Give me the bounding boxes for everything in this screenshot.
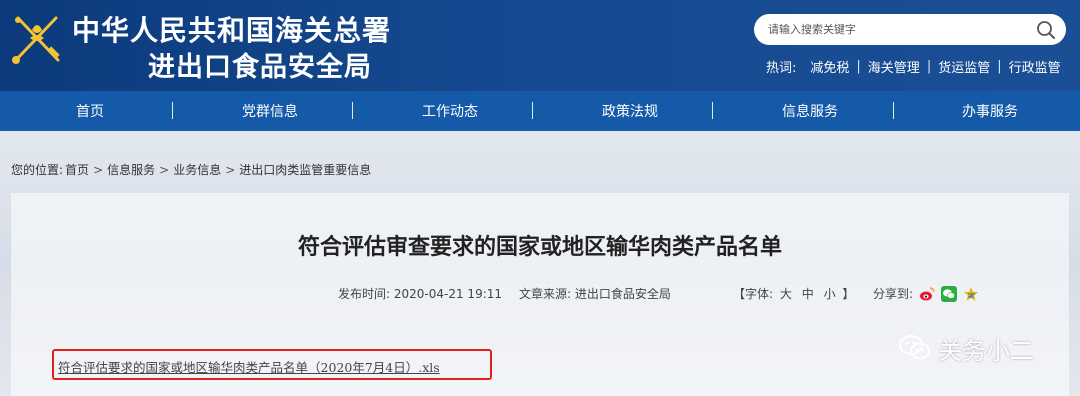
font-size-medium[interactable]: 中 (802, 287, 814, 301)
font-size-small[interactable]: 小 (824, 287, 836, 301)
nav-item-news[interactable]: 工作动态 (360, 101, 540, 121)
breadcrumb-arrow: > (93, 162, 104, 177)
search-icon[interactable] (1036, 20, 1056, 40)
publish-time: 2020-04-21 19:11 (393, 287, 503, 301)
hot-words-bar: 热词: 减免税 | 海关管理 | 货运监管 | 行政监管 (766, 56, 1061, 76)
nav-divider (172, 102, 173, 119)
separator: | (856, 58, 861, 74)
hot-word-link[interactable]: 行政监管 (1009, 57, 1061, 76)
nav-item-policy[interactable]: 政策法规 (540, 101, 720, 121)
breadcrumb-item-meat-regulation[interactable]: 进出口肉类监管重要信息 (239, 161, 371, 178)
article-meta: 发布时间: 2020-04-21 19:11 文章来源: 进出口食品安全局 【字… (11, 285, 1069, 303)
font-label-close: 】 (842, 287, 855, 301)
separator: | (997, 58, 1002, 74)
watermark: 关务小二 (898, 333, 1034, 365)
wechat-logo-icon (899, 335, 930, 360)
main-nav: 首页 党群信息 工作动态 政策法规 信息服务 办事服务 (0, 91, 1080, 131)
weibo-icon[interactable] (919, 286, 935, 302)
hot-word-link[interactable]: 货运监管 (938, 57, 990, 76)
article-title: 符合评估审查要求的国家或地区输华肉类产品名单 (297, 235, 782, 260)
search-input[interactable] (768, 19, 1028, 40)
nav-divider (532, 102, 533, 119)
nav-divider (712, 102, 713, 119)
source-info: 文章来源: 进出口食品安全局 (519, 285, 671, 302)
attachment-highlight-box: 符合评估要求的国家或地区输华肉类产品名单（2020年7月4日）.xls (52, 349, 492, 380)
watermark-text: 关务小二 (938, 336, 1034, 365)
source-label: 文章来源: (519, 287, 572, 301)
customs-emblem-icon[interactable] (8, 10, 66, 66)
search-box (754, 14, 1066, 45)
nav-divider (352, 102, 353, 119)
hot-word-link[interactable]: 减免税 (810, 57, 849, 76)
nav-item-services[interactable]: 办事服务 (900, 101, 1080, 121)
wechat-icon[interactable] (941, 285, 958, 302)
breadcrumb-item-business-info[interactable]: 业务信息 (173, 161, 221, 178)
site-title-secondary[interactable]: 进出口食品安全局 (148, 45, 372, 84)
breadcrumb-arrow: > (159, 162, 170, 177)
publish-info: 发布时间: 2020-04-21 19:11 (338, 285, 502, 302)
share-bar: 分享到: (873, 285, 979, 302)
site-header: 中华人民共和国海关总署 进出口食品安全局 热词: 减免税 | 海关管理 | 货运… (0, 0, 1080, 91)
nav-item-info-service[interactable]: 信息服务 (720, 101, 900, 121)
attachment-link[interactable]: 符合评估要求的国家或地区输华肉类产品名单（2020年7月4日）.xls (58, 357, 440, 376)
breadcrumb: 您的位置: 首页 > 信息服务 > 业务信息 > 进出口肉类监管重要信息 (11, 161, 371, 178)
nav-item-home[interactable]: 首页 (0, 101, 180, 121)
font-size-control: 【字体: 大 中 小 】 (733, 285, 854, 302)
nav-divider (893, 102, 894, 119)
share-label: 分享到: (873, 287, 914, 301)
font-size-large[interactable]: 大 (780, 287, 792, 301)
hot-words-label: 热词: (766, 60, 797, 76)
breadcrumb-prefix: 您的位置: (11, 163, 64, 177)
breadcrumb-arrow: > (225, 162, 236, 177)
font-label-open: 【字体: (733, 287, 774, 301)
breadcrumb-item-info-service[interactable]: 信息服务 (107, 161, 155, 178)
site-title-primary[interactable]: 中华人民共和国海关总署 (72, 9, 391, 49)
separator: | (926, 58, 932, 74)
hot-word-link[interactable]: 海关管理 (868, 57, 920, 76)
nav-item-party[interactable]: 党群信息 (180, 101, 360, 121)
breadcrumb-item-home[interactable]: 首页 (65, 161, 89, 178)
source-value: 进出口食品安全局 (574, 287, 671, 301)
publish-label: 发布时间: (338, 287, 391, 301)
qzone-icon[interactable] (963, 286, 979, 302)
